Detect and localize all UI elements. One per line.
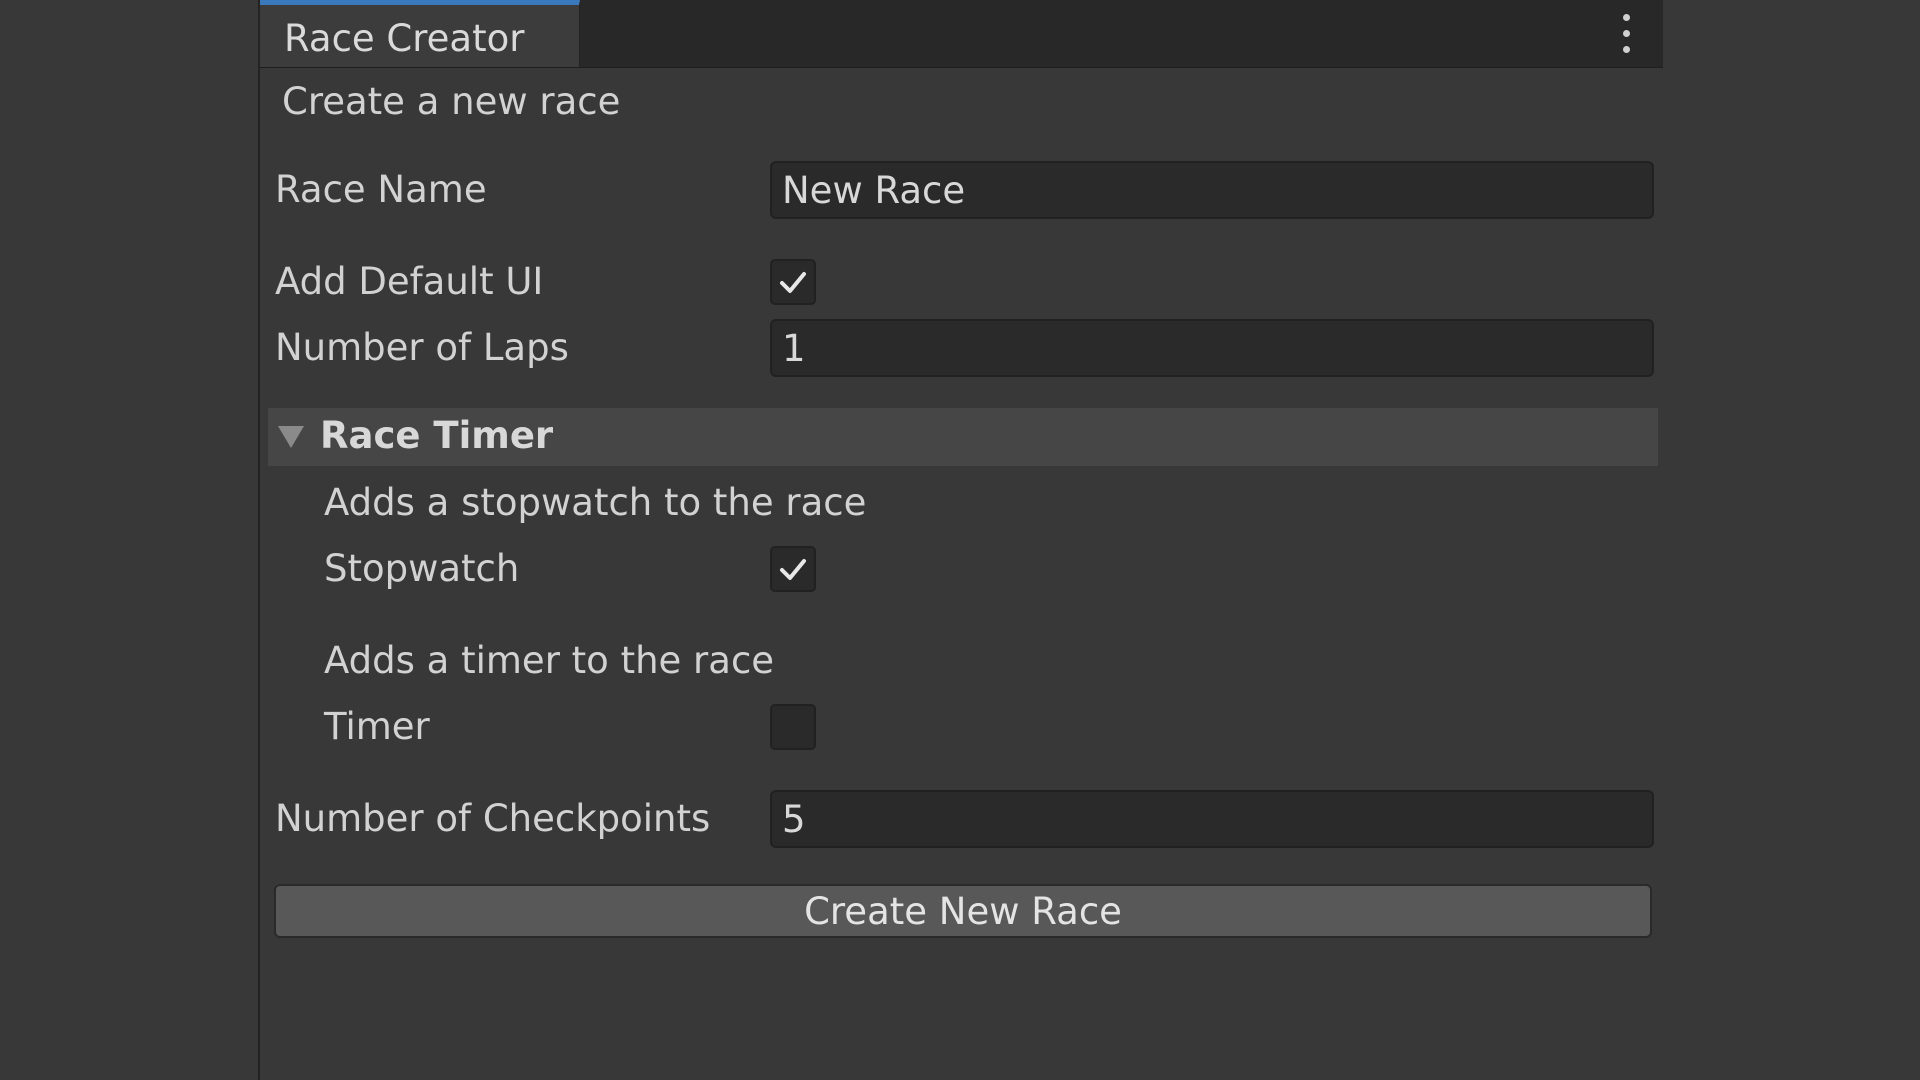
number-of-laps-input[interactable]	[770, 319, 1654, 377]
race-name-label: Race Name	[275, 168, 487, 211]
kebab-menu-icon[interactable]	[1619, 14, 1633, 54]
create-new-race-button[interactable]: Create New Race	[274, 884, 1652, 938]
number-of-laps-label: Number of Laps	[275, 326, 569, 369]
race-creator-window: Race Creator Create a new race Race Name…	[258, 0, 1663, 1080]
add-default-ui-checkbox[interactable]	[770, 259, 816, 305]
race-name-input[interactable]	[770, 161, 1654, 219]
timer-label: Timer	[324, 705, 430, 748]
tab-race-creator[interactable]: Race Creator	[260, 0, 580, 67]
tab-title: Race Creator	[284, 17, 525, 60]
triangle-down-icon	[278, 426, 304, 448]
number-of-checkpoints-input[interactable]	[770, 790, 1654, 848]
race-timer-foldout[interactable]: Race Timer	[268, 408, 1658, 466]
add-default-ui-label: Add Default UI	[275, 260, 544, 303]
timer-checkbox[interactable]	[770, 704, 816, 750]
checkmark-icon	[780, 559, 806, 580]
number-of-checkpoints-label: Number of Checkpoints	[275, 797, 711, 840]
timer-help-text: Adds a timer to the race	[324, 639, 775, 682]
checkmark-icon	[780, 272, 806, 293]
race-timer-foldout-label: Race Timer	[320, 414, 554, 457]
form-heading: Create a new race	[282, 80, 621, 123]
tab-bar: Race Creator	[260, 0, 1663, 68]
stopwatch-label: Stopwatch	[324, 547, 520, 590]
stopwatch-checkbox[interactable]	[770, 546, 816, 592]
stopwatch-help-text: Adds a stopwatch to the race	[324, 481, 867, 524]
